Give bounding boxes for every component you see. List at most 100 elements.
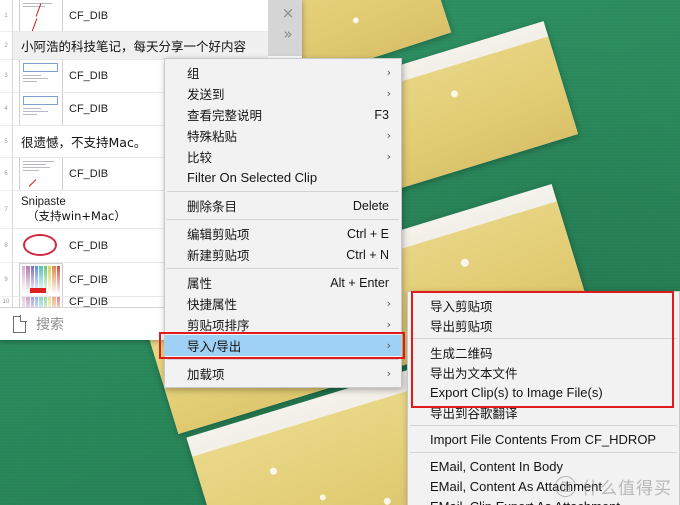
menu-item[interactable]: Export Clip(s) to Image File(s) [408, 382, 679, 402]
menu-item[interactable]: EMail, Content In Body [408, 456, 679, 476]
clip-label: CF_DIB [69, 70, 109, 82]
watermark-text: 什么值得买 [582, 479, 672, 499]
document-icon [13, 314, 27, 333]
menu-item-shortcut: Ctrl + E [346, 226, 389, 241]
row-number-gutter: 1 2 3 4 5 6 7 8 9 10 [0, 0, 13, 307]
menu-item-label: 导出为文本文件 [430, 365, 518, 381]
menu-item-label: Export Clip(s) to Image File(s) [430, 384, 603, 400]
menu-item[interactable]: 发送到 › [165, 83, 401, 104]
clip-label: CF_DIB [69, 103, 109, 115]
menu-item[interactable]: 导出为文本文件 [408, 362, 679, 382]
menu-item[interactable]: 编辑剪贴项 Ctrl + E [165, 223, 401, 244]
row-number: 1 [0, 0, 12, 32]
clipboard-list-item[interactable]: 小阿浩的科技笔记，每天分享一个好内容 [13, 32, 302, 60]
clip-thumbnail [19, 60, 63, 92]
row-number: 9 [0, 263, 12, 297]
menu-item-label: 编辑剪贴项 [187, 227, 250, 242]
menu-item-label: 快捷属性 [187, 297, 238, 312]
menu-item[interactable]: 导入/导出 › [159, 332, 405, 359]
menu-item-label: 剪贴项排序 [187, 318, 250, 333]
menu-item-label: 导出到谷歌翻译 [430, 405, 518, 421]
menu-item[interactable]: 组 › [165, 62, 401, 83]
menu-item[interactable]: 比较 › [165, 146, 401, 167]
clip-label: Snipaste （支持win+Mac） [17, 196, 126, 224]
menu-item-label: 组 [187, 66, 200, 81]
row-number: 3 [0, 60, 12, 93]
clip-label: 很遗憾，不支持Mac。 [21, 135, 147, 150]
row-number: 7 [0, 191, 12, 229]
clip-thumbnail [19, 158, 63, 190]
menu-item[interactable]: 导入剪贴项 [408, 295, 679, 315]
clipboard-list-item[interactable]: CF_DIB [13, 0, 302, 32]
clip-thumbnail [19, 229, 63, 262]
menu-item[interactable]: 新建剪贴项 Ctrl + N [165, 244, 401, 265]
menu-item[interactable]: 导出到谷歌翻译 [408, 402, 679, 422]
menu-item-shortcut: F3 [374, 107, 389, 122]
menu-item-label: 生成二维码 [430, 345, 493, 361]
menu-item[interactable]: 查看完整说明 F3 [165, 104, 401, 125]
row-number: 2 [0, 32, 12, 60]
watermark-badge-icon: 值 [555, 476, 576, 497]
menu-item-label: 查看完整说明 [187, 108, 263, 123]
panel-side-buttons: × » [274, 0, 302, 56]
row-number: 10 [0, 297, 12, 307]
context-menu: 组 › 发送到 › 查看完整说明 F3 特殊粘贴 › 比较 › Filter On Selected… [159, 58, 405, 388]
menu-item-label: EMail, Clip Export As Attachment [430, 499, 620, 505]
menu-item[interactable]: Import File Contents From CF_HDROP [408, 429, 679, 449]
chevron-right-icon: › [386, 150, 391, 163]
row-number: 5 [0, 126, 12, 158]
row-number: 8 [0, 229, 12, 263]
search-input[interactable]: 搜索 [36, 314, 64, 334]
chevron-right-icon: › [386, 87, 391, 100]
chevron-right-icon: › [386, 66, 391, 79]
menu-separator [167, 219, 399, 220]
chevron-right-icon: › [386, 367, 391, 380]
menu-item-shortcut: Ctrl + N [346, 247, 389, 262]
menu-item-label: 加载项 [187, 367, 225, 382]
close-icon[interactable]: × [282, 6, 295, 21]
menu-item-label: 属性 [187, 276, 213, 291]
menu-item-label: Filter On Selected Clip [187, 170, 318, 185]
row-number: 6 [0, 158, 12, 191]
clip-label-line2: （支持win+Mac） [27, 208, 126, 223]
menu-item[interactable]: 属性 Alt + Enter [165, 272, 401, 293]
menu-item-label: 导入剪贴项 [430, 298, 493, 314]
chevron-double-right-icon[interactable]: » [283, 27, 292, 42]
menu-item[interactable]: 加载项 › [165, 363, 401, 384]
menu-item[interactable]: 导出剪贴项 [408, 315, 679, 335]
menu-separator [167, 191, 399, 192]
clip-label: CF_DIB [69, 239, 109, 252]
watermark: 值 什么值得买 [555, 474, 672, 499]
menu-separator [410, 338, 677, 339]
clip-thumbnail [19, 93, 63, 125]
menu-item-label: 删除条目 [187, 199, 238, 214]
clip-label: CF_DIB [69, 168, 109, 180]
import-export-submenu: 导入剪贴项导出剪贴项生成二维码导出为文本文件 Export Clip(s) to … [407, 291, 680, 505]
chevron-right-icon: › [386, 129, 391, 142]
menu-item-shortcut: Delete [352, 198, 389, 213]
menu-separator [167, 268, 399, 269]
menu-separator [410, 425, 677, 426]
menu-item[interactable]: 生成二维码 [408, 342, 679, 362]
menu-separator [410, 452, 677, 453]
menu-item-label: 发送到 [187, 87, 225, 102]
clip-label: CF_DIB [69, 273, 109, 286]
menu-item-label: 比较 [187, 150, 213, 165]
menu-separator [167, 359, 399, 360]
menu-item[interactable]: 剪贴项排序 › [165, 314, 401, 335]
screenshot-root: HU 12345678910 CF_DIB小阿浩的科技笔记，每天分享一个好内容C… [0, 0, 680, 505]
menu-item-label: Import File Contents From CF_HDROP [430, 431, 657, 447]
clip-thumbnail [19, 263, 63, 296]
menu-item-label: 特殊粘贴 [187, 129, 238, 144]
chevron-right-icon: › [386, 297, 391, 310]
menu-item[interactable]: 快捷属性 › [165, 293, 401, 314]
menu-item[interactable]: 删除条目 Delete [165, 195, 401, 216]
menu-item-label: 新建剪贴项 [187, 248, 250, 263]
chevron-right-icon: › [386, 318, 391, 331]
menu-item[interactable]: Filter On Selected Clip [165, 167, 401, 188]
clip-label: 小阿浩的科技笔记，每天分享一个好内容 [21, 39, 247, 54]
clip-thumbnail [19, 0, 63, 31]
menu-item-label: EMail, Content In Body [430, 458, 563, 474]
menu-item-label: 导出剪贴项 [430, 318, 493, 334]
menu-item[interactable]: 特殊粘贴 › [165, 125, 401, 146]
